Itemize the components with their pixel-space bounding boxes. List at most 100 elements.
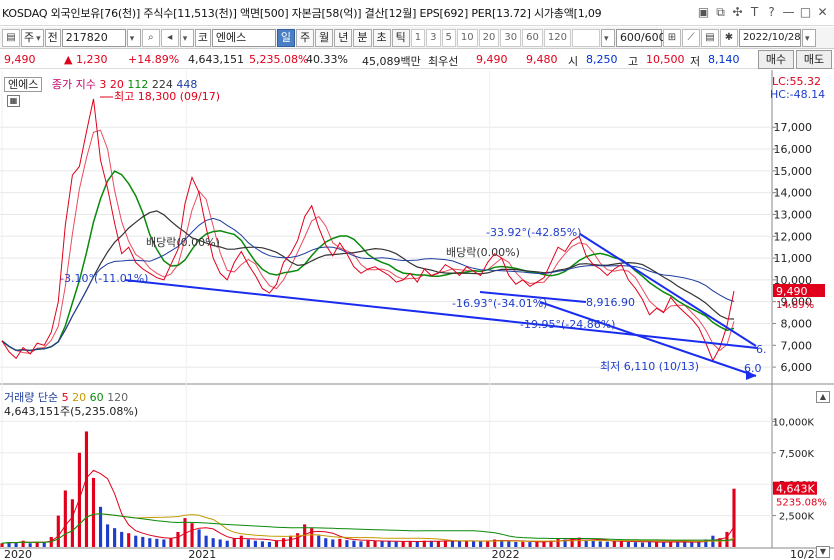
trend-label-4: -19.95°(-24.86%): [520, 318, 615, 331]
ma-period-3: 3: [99, 78, 107, 91]
interval-120[interactable]: 120: [543, 28, 571, 47]
scroll-down-icon[interactable]: ▼: [816, 546, 830, 558]
volume-bar: [63, 490, 67, 547]
interval-20[interactable]: 20: [478, 28, 500, 47]
price-tick-label: 12,000: [774, 230, 813, 243]
volume-bar: [542, 541, 546, 547]
speaker-icon[interactable]: ◂: [160, 28, 179, 47]
volume-bar: [0, 543, 4, 547]
period-month[interactable]: 월: [315, 28, 334, 47]
volume-bar: [253, 540, 257, 547]
volume-bar: [260, 541, 264, 547]
period-day[interactable]: 일: [276, 28, 296, 47]
chart-menu-icon[interactable]: ▤: [2, 28, 20, 47]
volume-value: 4,643,151: [188, 53, 244, 66]
date-input[interactable]: 2022/10/28: [738, 28, 801, 47]
interval-5[interactable]: 5: [441, 28, 456, 47]
interval-1[interactable]: 1: [410, 28, 426, 47]
dividend-label-2: 배당락(0.00%): [446, 246, 520, 259]
gear-icon[interactable]: ✱: [719, 28, 738, 47]
volume-bar: [176, 531, 180, 547]
stock-name-label: 엔에스: [4, 77, 43, 92]
volume-bar: [317, 535, 321, 547]
indicator-icon[interactable]: ⟋: [681, 28, 700, 47]
volume-bar: [450, 540, 455, 547]
volume-bar: [204, 535, 208, 547]
volume-bar: [211, 538, 215, 547]
interval-10[interactable]: 10: [456, 28, 478, 47]
period-second[interactable]: 초: [372, 28, 391, 47]
open-price: 8,250: [586, 53, 618, 66]
interval-dropdown[interactable]: [600, 28, 615, 47]
stock-code-input[interactable]: 217820: [61, 28, 126, 47]
volume-bar: [394, 541, 398, 547]
volume-pct: 5,235.08%: [249, 53, 309, 66]
volume-bar: [120, 531, 124, 547]
interval-60[interactable]: 60: [522, 28, 543, 47]
volume-bar: [246, 539, 250, 547]
current-pct-label: 14.89%: [776, 300, 814, 311]
type-select[interactable]: 전: [44, 28, 61, 47]
volume-bar: [514, 541, 518, 547]
current-price: 9,490: [4, 53, 36, 66]
dividend-label-1: 배당락(0.00%): [146, 236, 220, 249]
stock-name-field[interactable]: 엔에스: [211, 28, 276, 47]
candle-type-icon[interactable]: ⊞: [662, 28, 681, 47]
volume-bar: [662, 542, 666, 547]
maximize-icon[interactable]: □: [798, 3, 813, 21]
trend-label-1: -3.10°(-11.01%): [60, 272, 148, 285]
volume-bar: [218, 539, 222, 547]
sell-button[interactable]: 매도: [796, 50, 832, 69]
save-chart-icon[interactable]: ▤: [700, 28, 719, 47]
volume-bar: [528, 542, 532, 547]
volume-bar: [56, 515, 60, 547]
help-icon[interactable]: ?: [764, 3, 779, 21]
trend-label-2: -16.93°(-34.01%): [452, 297, 547, 310]
sound-dropdown[interactable]: [179, 28, 194, 47]
buy-button[interactable]: 매수: [758, 50, 794, 69]
copy-icon[interactable]: ⧉: [713, 3, 728, 21]
volume-value-label: 4,643,151주(5,235.08%): [4, 405, 139, 418]
level-label: 8,916.90: [586, 296, 635, 309]
open-label: 시: [568, 55, 579, 68]
price-tick-label: 16,000: [774, 143, 813, 156]
current-price-label: 9,490: [776, 285, 808, 298]
close-icon[interactable]: ✕: [815, 3, 830, 21]
volume-bar: [274, 540, 279, 547]
ma-period-20: 20: [109, 78, 124, 91]
volume-bar: [655, 541, 659, 547]
best-sell-price: 9,490: [476, 53, 508, 66]
volume-bar: [457, 541, 462, 547]
stock-chart[interactable]: 6,0007,0008,0009,00010,00011,00012,00013…: [0, 70, 834, 560]
high-price: 10,500: [646, 53, 685, 66]
volume-bar: [289, 535, 293, 547]
period-week[interactable]: 주: [296, 28, 315, 47]
code-dropdown[interactable]: [126, 28, 141, 47]
interval-custom-input[interactable]: [571, 28, 600, 47]
volume-bar: [106, 524, 110, 547]
search-icon[interactable]: ⌕: [141, 28, 160, 47]
settings-icon[interactable]: ✣: [730, 3, 745, 21]
period-tick[interactable]: 틱: [391, 28, 410, 47]
market-select[interactable]: 주: [21, 28, 44, 47]
data-count-input[interactable]: 600/600: [615, 28, 666, 47]
volume-bar: [605, 541, 609, 547]
period-year[interactable]: 년: [334, 28, 353, 47]
ma-type-label: 종가 지수: [51, 78, 96, 91]
scroll-up-icon[interactable]: ▲: [816, 391, 830, 403]
grid-toggle-icon[interactable]: ▦: [7, 95, 20, 107]
volume-bar: [619, 540, 623, 547]
period-minute[interactable]: 분: [353, 28, 372, 47]
price-summary-bar: 9,490 ▲ 1,230 +14.89% 4,643,151 5,235.08…: [0, 50, 834, 69]
volume-bar: [612, 541, 616, 547]
font-icon[interactable]: T: [747, 3, 762, 21]
trend-label-3: -33.92°(-42.85%): [486, 226, 581, 239]
date-dropdown[interactable]: [801, 28, 816, 47]
save-icon[interactable]: ▣: [696, 3, 711, 21]
trend-edge-label-2: 6.0: [744, 362, 762, 375]
minimize-icon[interactable]: —: [781, 3, 796, 21]
volume-bar: [464, 540, 469, 547]
interval-3[interactable]: 3: [426, 28, 441, 47]
interval-30[interactable]: 30: [500, 28, 522, 47]
volume-bar: [690, 542, 694, 547]
